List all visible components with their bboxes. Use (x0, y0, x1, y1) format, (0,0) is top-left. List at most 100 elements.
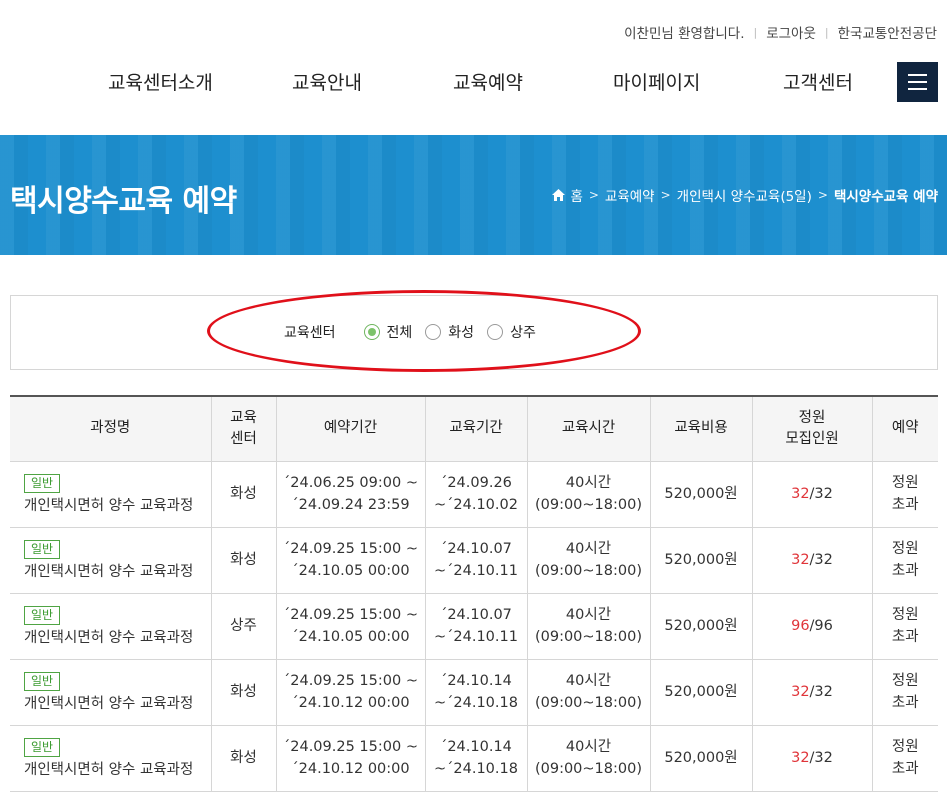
edu-time-cell: 40시간 (09:00~18:00) (526, 461, 650, 528)
radio-label: 화성 (448, 325, 475, 341)
nav-item-center-intro[interactable]: 교육센터소개 (108, 68, 213, 95)
capacity-total: /32 (809, 486, 833, 502)
breadcrumb-reservation[interactable]: 교육예약 (605, 185, 655, 205)
radio-icon (487, 324, 504, 340)
course-name[interactable]: 개인택시면허 양수 교육과정 (24, 762, 193, 778)
filter-label: 교육센터 (284, 325, 336, 341)
fee-cell: 520,000원 (649, 527, 752, 594)
capacity-cell: 32/32 (751, 461, 872, 528)
capacity-total: /96 (809, 618, 833, 634)
recruited-count: 32 (791, 750, 810, 766)
page-title: 택시양수교육 예약 (10, 184, 237, 219)
recruited-count: 32 (791, 552, 810, 568)
course-cell[interactable]: 일반 개인택시면허 양수 교육과정 (10, 659, 211, 726)
breadcrumb-current: 택시양수교육 예약 (833, 189, 938, 205)
center-cell: 화성 (210, 527, 276, 594)
fee-cell: 520,000원 (649, 461, 752, 528)
fee-cell: 520,000원 (649, 593, 752, 660)
type-badge: 일반 (24, 605, 61, 625)
table-row[interactable]: 일반 개인택시면허 양수 교육과정 화성 ´24.09.25 15:00 ~ ´24.1… (10, 527, 938, 594)
course-name[interactable]: 개인택시면허 양수 교육과정 (24, 564, 193, 580)
header-center: 교육 센터 (210, 395, 276, 462)
radio-all[interactable]: 전체 (363, 322, 413, 342)
reserve-status: 정원 초과 (871, 659, 938, 726)
hamburger-menu-icon[interactable] (897, 62, 938, 102)
capacity-total: /32 (809, 684, 833, 700)
course-cell[interactable]: 일반개인택시면허 양수 교육과정 (10, 461, 211, 528)
reserve-status: 정원 초과 (871, 593, 938, 660)
edu-period-cell: ´24.10.07 ~´24.10.11 (424, 527, 527, 594)
nav-item-education-reservation[interactable]: 교육예약 (453, 68, 523, 95)
edu-time-cell: 40시간 (09:00~18:00) (526, 527, 650, 594)
center-cell: 상주 (210, 593, 276, 660)
greeting-text: 이찬민님 환영합니다. (624, 26, 745, 42)
edu-time-cell: 40시간 (09:00~18:00) (526, 593, 650, 660)
table-row[interactable]: 일반 개인택시면허 양수 교육과정 화성 ´24.06.25 09:00 ~ ´24.0… (10, 461, 938, 528)
radio-label: 상주 (510, 325, 536, 341)
header-fee: 교육비용 (649, 395, 752, 462)
nav-item-mypage[interactable]: 마이페이지 (613, 68, 700, 95)
util-separator: | (753, 25, 758, 39)
edu-period-cell: ´24.09.26 ~´24.10.02 (424, 461, 527, 528)
course-name[interactable]: 개인택시면허 양수 교육과정 (24, 498, 193, 514)
course-cell[interactable]: 일반개인택시면허 양수 교육과정 (10, 593, 211, 660)
breadcrumb-home[interactable]: 홈 (570, 185, 582, 205)
radio-icon (363, 324, 380, 340)
utility-bar: 이찬민님 환영합니다. | 로그아웃 | 한국교통안전공단 (624, 21, 937, 43)
header-capacity: 정원 모집인원 (751, 395, 872, 462)
table-header-row: 과정명 교육 센터 예약기간 교육기간 교육시간 교육비용 정원 모집인원 예약 (10, 395, 938, 462)
recruited-count: 32 (791, 684, 810, 700)
type-badge: 일반 (24, 473, 61, 493)
header-edu-period: 교육기간 (424, 395, 527, 462)
edu-period-cell: ´24.10.14 ~´24.10.18 (424, 659, 527, 726)
course-cell[interactable]: 일반개인택시면허 양수 교육과정 (10, 527, 211, 594)
capacity-cell: 96/96 (751, 593, 872, 660)
logout-link[interactable]: 로그아웃 (766, 22, 816, 42)
table-row[interactable]: 일반 개인택시면허 양수 교육과정 화성 ´24.09.25 15:00 ~ ´24.1… (10, 725, 938, 792)
reserve-period-cell: ´24.09.25 15:00 ~ ´24.10.05 00:00 (275, 527, 425, 594)
nav-item-education-guide[interactable]: 교육안내 (292, 68, 362, 95)
type-badge: 일반 (24, 539, 61, 559)
edu-period-cell: ´24.10.07 ~´24.10.11 (424, 593, 527, 660)
fee-cell: 520,000원 (649, 725, 752, 792)
radio-label: 전체 (386, 325, 413, 341)
reserve-period-cell: ´24.09.25 15:00 ~ ´24.10.12 00:00 (275, 725, 425, 792)
org-link[interactable]: 한국교통안전공단 (838, 22, 937, 42)
reserve-period-cell: ´24.09.25 15:00 ~ ´24.10.12 00:00 (275, 659, 425, 726)
nav-item-customer-center[interactable]: 고객센터 (783, 68, 853, 95)
chevron-right-icon: > (817, 188, 828, 202)
chevron-right-icon: > (588, 188, 599, 202)
course-name[interactable]: 개인택시면허 양수 교육과정 (24, 630, 193, 646)
header-edu-time: 교육시간 (526, 395, 650, 462)
capacity-total: /32 (809, 552, 833, 568)
capacity-cell: 32/32 (751, 659, 872, 726)
course-table: 과정명 교육 센터 예약기간 교육기간 교육시간 교육비용 정원 모집인원 예약 일… (10, 395, 938, 792)
course-name[interactable]: 개인택시면허 양수 교육과정 (24, 696, 193, 712)
table-row[interactable]: 일반 개인택시면허 양수 교육과정 화성 ´24.09.25 15:00 ~ ´24.1… (10, 659, 938, 726)
recruited-count: 32 (791, 486, 810, 502)
page-banner: 택시양수교육 예약 홈 > 교육예약 > 개인택시 양수교육(5일) > 택시양… (0, 135, 947, 255)
util-separator: | (824, 25, 829, 39)
reserve-status: 정원 초과 (871, 527, 938, 594)
breadcrumb: 홈 > 교육예약 > 개인택시 양수교육(5일) > 택시양수교육 예약 (552, 185, 938, 205)
radio-hwaseong[interactable]: 화성 (425, 322, 474, 342)
capacity-cell: 32/32 (751, 725, 872, 792)
breadcrumb-course[interactable]: 개인택시 양수교육(5일) (677, 185, 812, 205)
center-cell: 화성 (210, 659, 276, 726)
center-cell: 화성 (210, 725, 276, 792)
header-course: 과정명 (10, 395, 211, 462)
reserve-period-cell: ´24.09.25 15:00 ~ ´24.10.05 00:00 (275, 593, 425, 660)
chevron-right-icon: > (660, 188, 671, 202)
header-reserve: 예약 (871, 395, 938, 462)
center-cell: 화성 (210, 461, 276, 528)
header-reserve-period: 예약기간 (275, 395, 425, 462)
radio-sangju[interactable]: 상주 (487, 322, 536, 342)
reserve-period-cell: ´24.06.25 09:00 ~ ´24.09.24 23:59 (275, 461, 425, 528)
edu-time-cell: 40시간 (09:00~18:00) (526, 725, 650, 792)
radio-icon (425, 324, 442, 340)
edu-period-cell: ´24.10.14 ~´24.10.18 (424, 725, 527, 792)
reserve-status: 정원 초과 (871, 461, 938, 528)
table-row[interactable]: 일반 개인택시면허 양수 교육과정 상주 ´24.09.25 15:00 ~ ´24.1… (10, 593, 938, 660)
home-icon[interactable] (552, 189, 566, 201)
course-cell[interactable]: 일반 개인택시면허 양수 교육과정 (10, 725, 211, 792)
